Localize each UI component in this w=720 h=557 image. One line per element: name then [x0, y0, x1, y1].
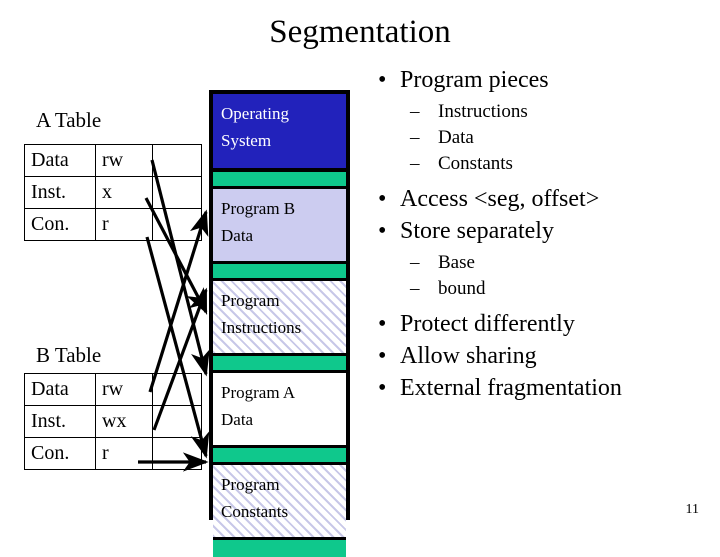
memory-block-label-line2: Data — [221, 226, 254, 245]
page-title: Segmentation — [269, 14, 451, 50]
bullet-glyph-icon: • — [378, 67, 387, 93]
bullet-allow-sharing: • Allow sharing — [372, 340, 716, 372]
cell-pointer — [152, 437, 202, 470]
bullet-text: Constants — [438, 153, 513, 174]
memory-layout-diagram: Operating System Program B Data Program … — [209, 90, 350, 557]
cell-segment-name: Data — [24, 373, 96, 406]
memory-block-label: Program Constants — [221, 471, 342, 525]
table-row: Data rw — [24, 373, 202, 406]
bullet-text: Protect differently — [400, 311, 575, 337]
memory-block-free-gap-1 — [213, 172, 346, 189]
dash-glyph-icon: – — [410, 127, 420, 148]
memory-block-label-line1: Program — [221, 291, 280, 310]
dash-glyph-icon: – — [410, 252, 420, 273]
memory-block-program-instructions: Program Instructions — [213, 281, 346, 356]
cell-pointer — [152, 405, 202, 438]
memory-block-free-gap-5 — [213, 540, 346, 557]
bullet-store-separately: • Store separately — [372, 215, 716, 247]
cell-pointer — [152, 144, 202, 177]
a-table-caption: A Table — [36, 108, 102, 132]
dash-glyph-icon: – — [410, 153, 420, 174]
bullet-text: Instructions — [438, 101, 528, 122]
cell-permissions: x — [95, 176, 153, 209]
cell-segment-name: Con. — [24, 437, 96, 470]
memory-block-label-line2: System — [221, 131, 272, 150]
cell-permissions: rw — [95, 144, 153, 177]
memory-block-label: Program A Data — [221, 379, 342, 433]
slide-root: { "slide": { "title": "Segmentation", "p… — [0, 0, 720, 557]
bullet-constants: – Constants — [372, 151, 716, 177]
memory-block-label: Program Instructions — [221, 287, 342, 341]
cell-pointer — [152, 373, 202, 406]
table-row: Inst. x — [24, 176, 202, 209]
table-row: Inst. wx — [24, 405, 202, 438]
table-row: Con. r — [24, 208, 202, 241]
page-number: 11 — [685, 502, 699, 517]
bullet-text: Store separately — [400, 218, 554, 244]
b-segment-table: Data rw Inst. wx Con. r — [24, 373, 202, 470]
bullet-text: Base — [438, 252, 475, 273]
memory-block-label-line2: Instructions — [221, 318, 302, 337]
cell-segment-name: Inst. — [24, 405, 96, 438]
memory-block-label-line2: Constants — [221, 502, 289, 521]
memory-block-operating-system: Operating System — [213, 94, 346, 172]
cell-pointer — [152, 208, 202, 241]
cell-permissions: wx — [95, 405, 153, 438]
memory-block-free-gap-3 — [213, 356, 346, 373]
memory-block-label-line1: Operating — [221, 104, 289, 123]
memory-block-program-constants: Program Constants — [213, 465, 346, 540]
bullet-access: • Access <seg, offset> — [372, 183, 716, 215]
bullet-bound: – bound — [372, 276, 716, 302]
cell-segment-name: Inst. — [24, 176, 96, 209]
bullet-base: – Base — [372, 250, 716, 276]
bullet-list: • Program pieces – Instructions – Data –… — [372, 64, 716, 404]
table-row: Data rw — [24, 144, 202, 177]
bullet-text: Data — [438, 127, 474, 148]
cell-permissions: r — [95, 437, 153, 470]
cell-segment-name: Data — [24, 144, 96, 177]
memory-block-label: Program B Data — [221, 195, 342, 249]
b-table-caption: B Table — [36, 343, 102, 367]
bullet-glyph-icon: • — [378, 343, 387, 369]
bullet-text: Access <seg, offset> — [400, 186, 600, 212]
cell-segment-name: Con. — [24, 208, 96, 241]
cell-permissions: r — [95, 208, 153, 241]
bullet-external-fragmentation: • External fragmentation — [372, 372, 716, 404]
bullet-text: Allow sharing — [400, 343, 537, 369]
bullet-instructions: – Instructions — [372, 99, 716, 125]
memory-block-free-gap-4 — [213, 448, 346, 465]
table-row: Con. r — [24, 437, 202, 470]
memory-block-label-line1: Program — [221, 475, 280, 494]
bullet-program-pieces: • Program pieces — [372, 64, 716, 96]
memory-block-label-line1: Program B — [221, 199, 296, 218]
bullet-glyph-icon: • — [378, 311, 387, 337]
memory-block-label-line2: Data — [221, 410, 254, 429]
bullet-protect-differently: • Protect differently — [372, 308, 716, 340]
bullet-glyph-icon: • — [378, 375, 387, 401]
memory-block-free-gap-2 — [213, 264, 346, 281]
memory-block-label-line1: Program A — [221, 383, 296, 402]
bullet-glyph-icon: • — [378, 218, 387, 244]
bullet-text: Program pieces — [400, 67, 549, 93]
bullet-glyph-icon: • — [378, 186, 387, 212]
bullet-text: bound — [438, 278, 486, 299]
bullet-text: External fragmentation — [400, 375, 622, 401]
memory-block-label: Operating System — [221, 100, 342, 154]
cell-permissions: rw — [95, 373, 153, 406]
cell-pointer — [152, 176, 202, 209]
bullet-data: – Data — [372, 125, 716, 151]
dash-glyph-icon: – — [410, 101, 420, 122]
memory-block-program-a-data: Program A Data — [213, 373, 346, 448]
a-segment-table: Data rw Inst. x Con. r — [24, 144, 202, 241]
memory-block-program-b-data: Program B Data — [213, 189, 346, 264]
dash-glyph-icon: – — [410, 278, 420, 299]
